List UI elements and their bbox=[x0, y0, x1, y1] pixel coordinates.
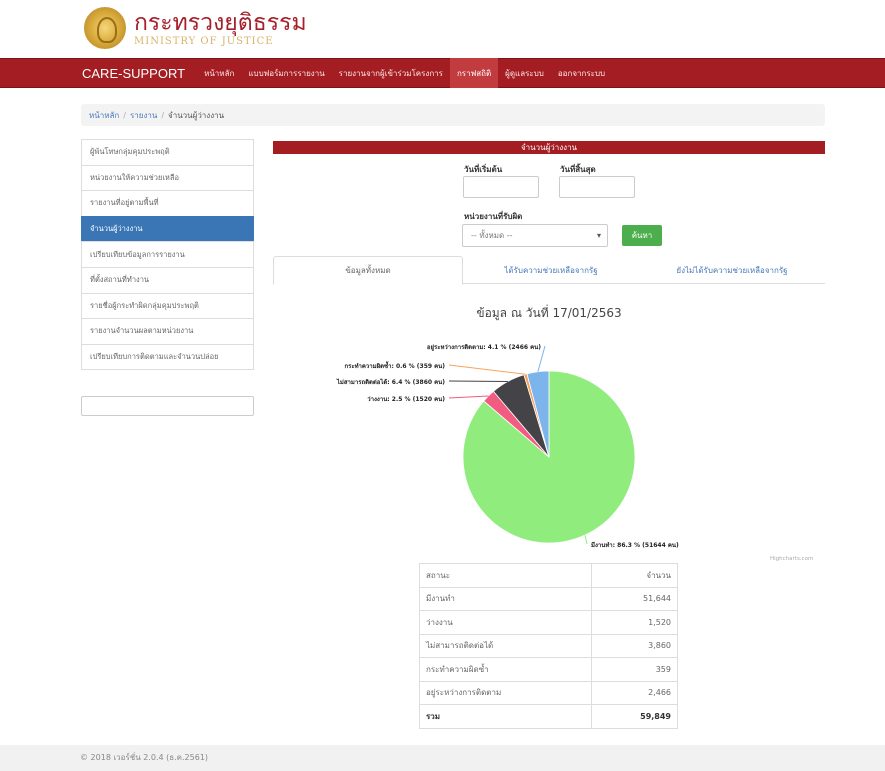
breadcrumb-reports[interactable]: รายงาน bbox=[130, 109, 157, 122]
sidebar-item-workplace-location[interactable]: ที่ตั้งสถานที่ทำงาน bbox=[81, 266, 254, 294]
table-row: ไม่สามารถติดต่อได้ 3,860 bbox=[418, 633, 678, 658]
pie-data-label: ว่างงาน: 2.5 % (1520 คน) bbox=[367, 396, 445, 403]
table-cell-status: ไม่สามารถติดต่อได้ bbox=[418, 633, 593, 658]
chart-title: ข้อมูล ณ วันที่ 17/01/2563 bbox=[476, 306, 622, 320]
sidebar-item-assist-agencies[interactable]: หน่วยงานให้ความช่วยเหลือ bbox=[81, 164, 254, 192]
ministry-seal-icon bbox=[84, 7, 126, 49]
nav-item-logout[interactable]: ออกจากระบบ bbox=[551, 58, 612, 88]
sidebar-item-address-report[interactable]: รายงานที่อยู่ตามพื้นที่ bbox=[81, 190, 254, 217]
sidebar-item-probation-offenders[interactable]: ผู้พ้นโทษกลุ่มคุมประพฤติ bbox=[81, 139, 254, 166]
table-cell-count: 1,520 bbox=[591, 610, 678, 635]
tab-all-data[interactable]: ข้อมูลทั้งหมด bbox=[273, 256, 463, 285]
sidebar: ผู้พ้นโทษกลุ่มคุมประพฤติ หน่วยงานให้ความ… bbox=[81, 139, 254, 371]
sidebar-item-offender-list[interactable]: รายชื่อผู้กระทำผิดกลุ่มคุมประพฤติ bbox=[81, 292, 254, 320]
pie-data-label: มีงานทำ: 86.3 % (51644 คน) bbox=[591, 541, 679, 549]
pie-data-label: อยู่ระหว่างการติดตาม: 4.1 % (2466 คน) bbox=[427, 343, 541, 352]
breadcrumb-separator: / bbox=[161, 110, 165, 120]
table-cell-count: 2,466 bbox=[591, 680, 678, 705]
nav-item-report-form[interactable]: แบบฟอร์มการรายงาน bbox=[241, 58, 331, 88]
start-date-input[interactable] bbox=[463, 176, 539, 198]
unit-select[interactable]: -- ทั้งหมด -- ▾ bbox=[462, 224, 608, 247]
tab-not-state-assisted[interactable]: ยังไม่ได้รับความช่วยเหลือจากรัฐ bbox=[639, 256, 825, 284]
pie-connector-line bbox=[584, 535, 588, 545]
nav-item-admin[interactable]: ผู้ดูแลระบบ bbox=[498, 58, 551, 88]
unit-label: หน่วยงานที่รับผิด bbox=[464, 212, 523, 221]
table-total-value: 59,849 bbox=[591, 704, 678, 729]
search-button[interactable]: ค้นหา bbox=[622, 225, 662, 246]
navbar: CARE-SUPPORT หน้าหลัก แบบฟอร์มการรายงาน … bbox=[0, 58, 885, 88]
end-date-label: วันที่สิ้นสุด bbox=[560, 165, 596, 174]
table-cell-count: 3,860 bbox=[591, 633, 678, 658]
table-cell-status: กระทำความผิดซ้ำ bbox=[418, 657, 593, 682]
sidebar-item-compare-reports[interactable]: เปรียบเทียบข้อมูลการรายงาน bbox=[81, 241, 254, 268]
sidebar-item-unemployed[interactable]: จำนวนผู้ว่างงาน bbox=[81, 215, 254, 243]
breadcrumb-home[interactable]: หน้าหลัก bbox=[89, 109, 119, 122]
table-cell-status: ว่างงาน bbox=[418, 610, 593, 635]
table-cell-count: 359 bbox=[591, 657, 678, 682]
chevron-down-icon: ▾ bbox=[596, 231, 601, 240]
table-cell-status: อยู่ระหว่างการติดตาม bbox=[418, 680, 593, 705]
sidebar-empty-box bbox=[81, 396, 254, 416]
pie-data-label: กระทำความผิดซ้ำ: 0.6 % (359 คน) bbox=[345, 360, 446, 370]
nav-item-statistics-graph[interactable]: กราฟสถิติ bbox=[449, 58, 499, 88]
status-table: สถานะ จำนวน มีงานทำ 51,644 ว่างงาน 1,520… bbox=[418, 563, 678, 729]
table-header-count: จำนวน bbox=[591, 563, 678, 588]
breadcrumb: หน้าหลัก / รายงาน / จำนวนผู้ว่างงาน bbox=[81, 104, 825, 126]
table-row: กระทำความผิดซ้ำ 359 bbox=[418, 657, 678, 682]
pie-data-label: ไม่สามารถติดต่อได้: 6.4 % (3860 คน) bbox=[336, 378, 445, 386]
table-header-status: สถานะ bbox=[418, 563, 593, 588]
brand-logo: กระทรวงยุติธรรม MINISTRY OF JUSTICE bbox=[84, 4, 307, 52]
footer: © 2018 เวอร์ชั่น 2.0.4 (ธ.ค.2561) bbox=[0, 745, 885, 771]
unit-select-value: -- ทั้งหมด -- bbox=[471, 231, 513, 240]
table-row: ว่างงาน 1,520 bbox=[418, 610, 678, 635]
table-row: มีงานทำ 51,644 bbox=[418, 586, 678, 611]
pie-chart: มีงานทำ: 86.3 % (51644 คน) ว่างงาน: 2.5 %… bbox=[336, 343, 679, 549]
panel-title: จำนวนผู้ว่างงาน bbox=[273, 141, 825, 154]
brand-title-th: กระทรวงยุติธรรม bbox=[134, 9, 307, 36]
pie-connector-line bbox=[448, 395, 489, 399]
brand-text: กระทรวงยุติธรรม MINISTRY OF JUSTICE bbox=[134, 10, 307, 47]
tab-state-assisted[interactable]: ได้รับความช่วยเหลือจากรัฐ bbox=[463, 256, 639, 284]
nav-item-participant-report[interactable]: รายงานจากผู้เข้าร่วมโครงการ bbox=[332, 58, 450, 88]
sidebar-item-agency-results[interactable]: รายงานจำนวนผลตามหน่วยงาน bbox=[81, 318, 254, 345]
breadcrumb-current: จำนวนผู้ว่างงาน bbox=[168, 110, 225, 120]
table-total-row: รวม 59,849 bbox=[418, 704, 678, 729]
nav-brand[interactable]: CARE-SUPPORT bbox=[82, 66, 185, 81]
sidebar-item-compare-tracking[interactable]: เปรียบเทียบการติดตามและจำนวนปล่อย bbox=[81, 343, 254, 371]
brand-title-en: MINISTRY OF JUSTICE bbox=[134, 35, 274, 47]
end-date-input[interactable] bbox=[559, 176, 635, 198]
table-cell-count: 51,644 bbox=[591, 586, 678, 611]
table-total-label: รวม bbox=[418, 704, 593, 729]
nav-item-home[interactable]: หน้าหลัก bbox=[197, 58, 241, 88]
tab-bar: ข้อมูลทั้งหมด ได้รับความช่วยเหลือจากรัฐ … bbox=[273, 256, 825, 285]
table-cell-status: มีงานทำ bbox=[418, 586, 593, 611]
start-date-label: วันที่เริ่มต้น bbox=[464, 165, 503, 174]
table-header-row: สถานะ จำนวน bbox=[418, 563, 678, 588]
table-row: อยู่ระหว่างการติดตาม 2,466 bbox=[418, 680, 678, 705]
breadcrumb-separator: / bbox=[123, 110, 126, 120]
pie-connector-line bbox=[448, 364, 526, 375]
chart-credits[interactable]: Highcharts.com bbox=[770, 556, 813, 562]
